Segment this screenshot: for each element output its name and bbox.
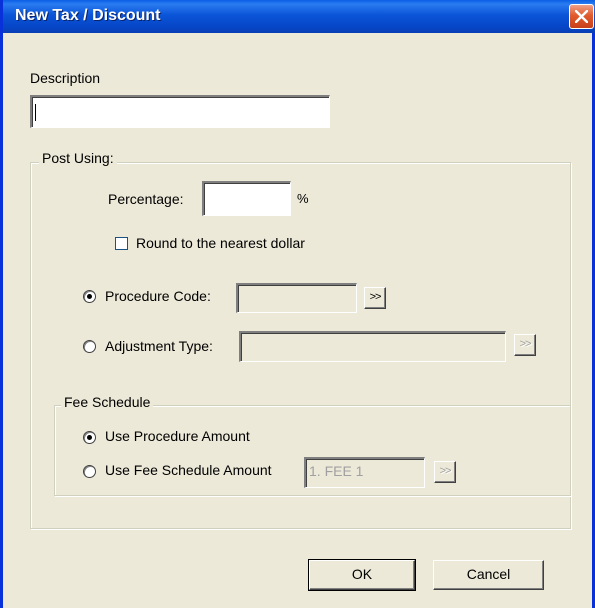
close-icon xyxy=(575,10,588,23)
cancel-button[interactable]: Cancel xyxy=(433,560,544,590)
dialog-window: New Tax / Discount Description Post Usin… xyxy=(0,0,595,608)
fee-schedule-browse-button[interactable]: >> xyxy=(434,461,456,483)
procedure-code-radio[interactable] xyxy=(83,290,96,303)
use-fee-schedule-amount-radio[interactable] xyxy=(83,465,96,478)
ok-button[interactable]: OK xyxy=(308,559,416,591)
use-procedure-amount-radio[interactable] xyxy=(83,431,96,444)
procedure-code-browse-button[interactable]: >> xyxy=(364,287,386,309)
text-caret xyxy=(35,104,36,121)
fee-schedule-legend: Fee Schedule xyxy=(61,394,154,410)
adjustment-type-radio[interactable] xyxy=(83,340,96,353)
post-using-legend: Post Using: xyxy=(39,150,117,166)
procedure-code-label: Procedure Code: xyxy=(105,288,211,304)
adjustment-type-input[interactable] xyxy=(239,331,506,362)
round-label: Round to the nearest dollar xyxy=(136,235,305,251)
percentage-input[interactable] xyxy=(202,181,291,216)
description-label: Description xyxy=(30,70,101,86)
adjustment-type-label: Adjustment Type: xyxy=(105,338,213,354)
round-checkbox[interactable] xyxy=(115,237,128,250)
window-title: New Tax / Discount xyxy=(15,7,161,24)
title-bar[interactable]: New Tax / Discount xyxy=(3,0,595,33)
procedure-code-input[interactable] xyxy=(236,283,357,313)
percentage-label: Percentage: xyxy=(108,191,184,207)
adjustment-type-browse-button[interactable]: >> xyxy=(514,334,536,356)
fee-schedule-input[interactable]: 1. FEE 1 xyxy=(304,457,425,488)
description-input[interactable] xyxy=(30,95,330,128)
use-fee-schedule-amount-label: Use Fee Schedule Amount xyxy=(105,462,272,478)
percent-sign: % xyxy=(297,191,309,206)
close-button[interactable] xyxy=(569,4,594,29)
use-procedure-amount-label: Use Procedure Amount xyxy=(105,428,250,444)
